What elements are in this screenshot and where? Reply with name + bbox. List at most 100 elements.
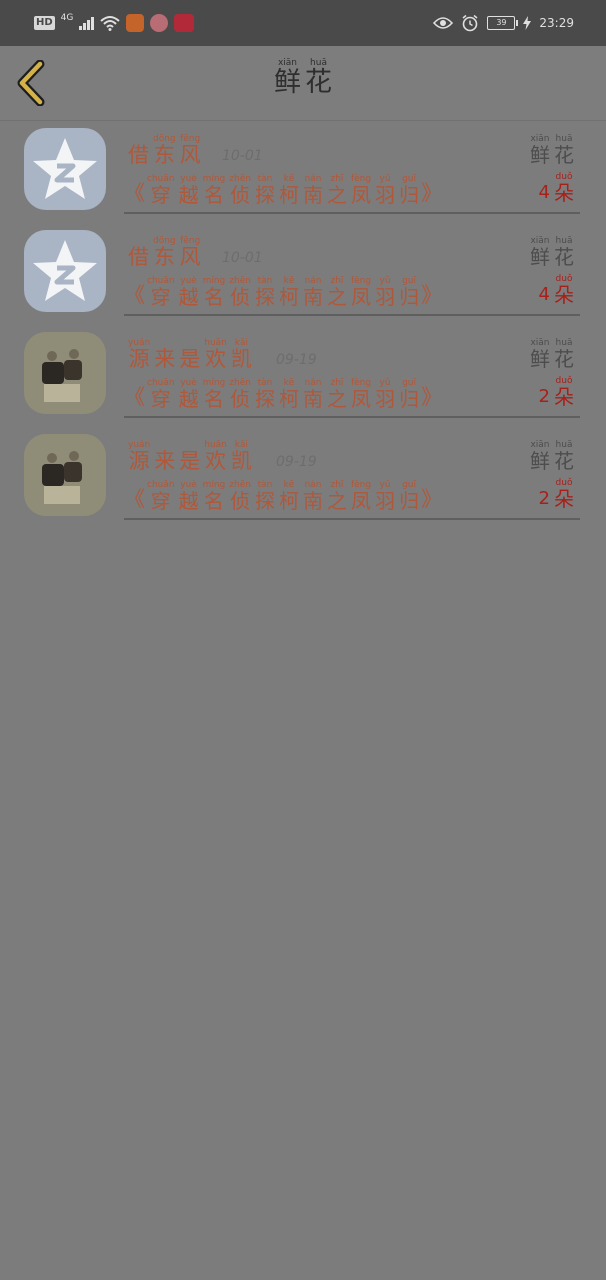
list-item[interactable]: 借 dōng 东 fēng 风 10-01 xiān 鲜 huā 花《 chuān 穿 yuè 越 míng… [0, 222, 606, 324]
gift-date: 10-01 [222, 250, 263, 266]
hanzi: 源 [128, 347, 150, 371]
hanzi: 侦 [230, 489, 251, 513]
charging-icon [523, 16, 532, 30]
program-char: yuè 越 [179, 174, 199, 206]
list-item[interactable]: yuán 源来是 huān 欢 kǎi 凯 09-19 xiān 鲜 huā 花《 chuān 穿 yuè… [0, 324, 606, 426]
program-char: chuān 穿 [147, 276, 175, 308]
hanzi: 是 [179, 449, 201, 473]
count-number: 4 [538, 284, 550, 306]
gift-count: 4 duǒ 朵 [539, 172, 576, 204]
gift-char: huā 花 [554, 134, 574, 166]
program-title: 《 chuān 穿 yuè 越 míng 名 zhēn 侦 tàn 探 kē 柯 nán 南 zhī 之 fèng… [124, 480, 442, 512]
program-char: kē 柯 [279, 378, 299, 410]
close-bracket: 》 [421, 385, 443, 409]
hanzi: 越 [178, 285, 199, 309]
hanzi: 归 [399, 285, 420, 309]
sender-char: dōng 东 [153, 134, 176, 167]
title-char: huā 花 [305, 58, 332, 98]
program-char: kē 柯 [279, 276, 299, 308]
gift-char: huā 花 [554, 236, 574, 268]
avatar[interactable] [24, 128, 106, 210]
program-char: yǔ 羽 [375, 480, 395, 512]
gift-count: 4 duǒ 朵 [539, 274, 576, 306]
sender-char: kǎi 凯 [231, 440, 252, 473]
hanzi: 花 [554, 143, 574, 167]
sender-char: dōng 东 [153, 236, 176, 269]
gift-char: xiān 鲜 [530, 338, 550, 370]
count-number: 2 [538, 488, 550, 510]
sender-char: fēng 风 [180, 236, 201, 269]
news-app-icon [174, 14, 195, 32]
program-char: yǔ 羽 [375, 276, 395, 308]
hanzi: 凯 [230, 449, 252, 473]
hanzi: 鲜 [530, 347, 550, 371]
status-bar: HD 4G 39 23:29 [0, 0, 606, 46]
hanzi: 凤 [351, 285, 371, 309]
avatar[interactable] [24, 434, 106, 516]
program-char: míng 名 [203, 276, 226, 308]
hanzi: 花 [305, 67, 332, 98]
sender-char: yuán 源 [128, 338, 150, 371]
hanzi: 风 [179, 143, 201, 167]
program-char: fèng 凤 [351, 174, 371, 206]
sender-char: kǎi 凯 [231, 338, 252, 371]
avatar[interactable] [24, 230, 106, 312]
program-char: nán 南 [303, 174, 323, 206]
hanzi: 花 [554, 449, 574, 473]
hanzi: 越 [178, 489, 199, 513]
hanzi: 南 [302, 183, 323, 207]
hanzi: 名 [203, 387, 224, 411]
hd-icon: HD [34, 16, 55, 30]
gift-list: 借 dōng 东 fēng 风 10-01 xiān 鲜 huā 花《 chuān 穿 yuè 越 míng… [0, 120, 606, 528]
program-char: guī 归 [399, 480, 419, 512]
program-char: kē 柯 [279, 174, 299, 206]
program-title: 《 chuān 穿 yuè 越 míng 名 zhēn 侦 tàn 探 kē 柯 nán 南 zhī 之 fèng… [124, 276, 442, 308]
battery-icon: 39 [487, 16, 519, 30]
program-char: fèng 凤 [351, 276, 371, 308]
program-char: fèng 凤 [351, 378, 371, 410]
hanzi: 花 [554, 245, 574, 269]
divider [124, 518, 580, 520]
qq-star-icon [33, 138, 97, 199]
hanzi: 柯 [278, 285, 299, 309]
program-title: 《 chuān 穿 yuè 越 míng 名 zhēn 侦 tàn 探 kē 柯 nán 南 zhī 之 fèng… [124, 174, 442, 206]
hanzi: 越 [178, 183, 199, 207]
sender-char: fēng 风 [180, 134, 201, 167]
gift-char: huā 花 [554, 440, 574, 472]
hanzi: 名 [203, 489, 224, 513]
sender-name: 借 dōng 东 fēng 风 [126, 134, 203, 167]
hanzi: 羽 [375, 489, 396, 513]
program-char: tàn 探 [255, 174, 275, 206]
hanzi: 鲜 [274, 67, 301, 98]
hanzi: 侦 [230, 387, 251, 411]
hanzi: 越 [178, 387, 199, 411]
alarm-icon [462, 14, 478, 32]
hanzi: 凤 [351, 387, 371, 411]
hanzi: 鲜 [530, 143, 550, 167]
close-bracket: 》 [421, 283, 443, 307]
program-char: zhēn 侦 [229, 480, 251, 512]
hanzi: 朵 [554, 385, 574, 409]
list-item[interactable]: 借 dōng 东 fēng 风 10-01 xiān 鲜 huā 花《 chuān 穿 yuè 越 míng… [0, 120, 606, 222]
program-char: tàn 探 [255, 276, 275, 308]
sender-char: 是 [179, 449, 201, 473]
hanzi: 之 [326, 183, 347, 207]
hanzi: 穿 [150, 183, 171, 207]
hanzi: 归 [399, 489, 420, 513]
sender-name: yuán 源来是 huān 欢 kǎi 凯 [126, 338, 254, 371]
program-char: zhī 之 [327, 174, 347, 206]
open-bracket: 《 [124, 283, 145, 307]
hanzi: 东 [153, 143, 175, 167]
photo-image [24, 434, 106, 516]
program-char: chuān 穿 [147, 174, 175, 206]
hanzi: 是 [179, 347, 201, 371]
program-char: zhēn 侦 [229, 378, 251, 410]
gift-char: xiān 鲜 [530, 236, 550, 268]
sender-char: 来 [154, 449, 175, 473]
gift-count: 2 duǒ 朵 [539, 376, 576, 408]
hanzi: 花 [554, 347, 574, 371]
list-item[interactable]: yuán 源来是 huān 欢 kǎi 凯 09-19 xiān 鲜 huā 花《 chuān 穿 yuè… [0, 426, 606, 528]
open-bracket: 《 [124, 181, 145, 205]
program-char: nán 南 [303, 276, 323, 308]
avatar[interactable] [24, 332, 106, 414]
